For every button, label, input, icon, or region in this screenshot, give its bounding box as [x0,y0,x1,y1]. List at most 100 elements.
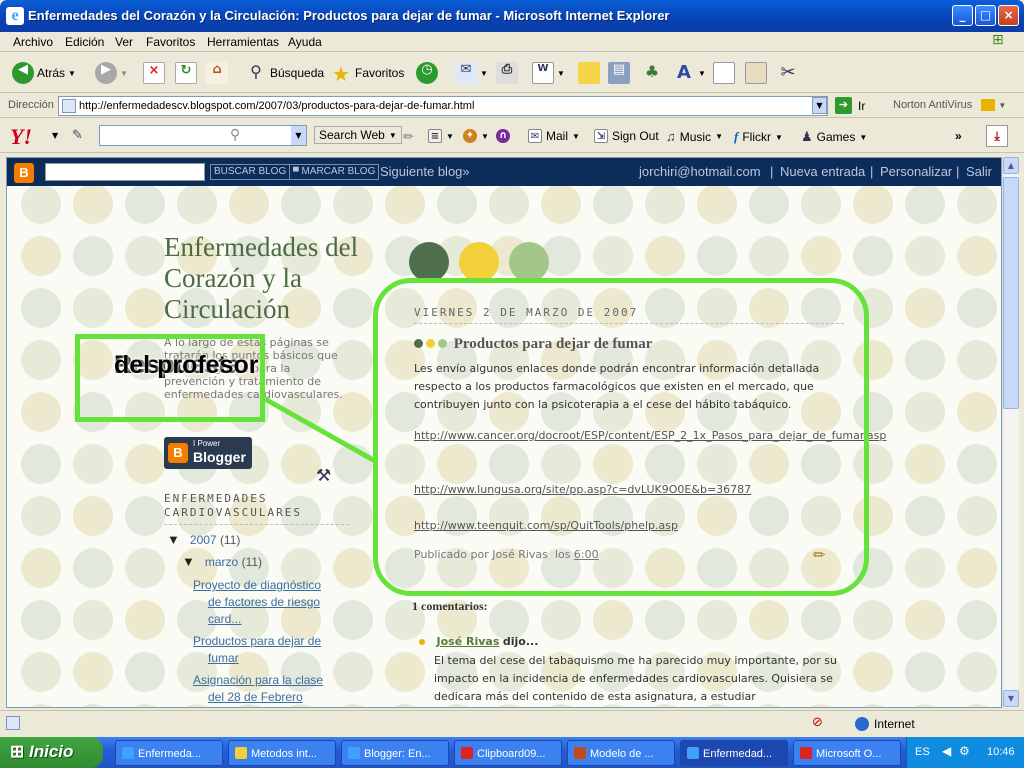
new-post-link[interactable]: Nueva entrada [780,164,865,179]
print-button[interactable]: ⎙ [496,61,518,85]
title-bar[interactable]: e Enfermedades del Corazón y la Circulac… [0,0,1024,32]
home-button[interactable]: ⌂ [206,61,228,85]
yahoo-menu-chevron-icon[interactable]: ▼ [52,131,58,140]
archive-post-link[interactable]: Proyecto de diagnóstico de factores de r… [193,577,343,628]
taskbar-item[interactable]: Microsoft O... [793,740,901,766]
tray-network-icon[interactable]: ⚙ [959,744,970,758]
background-dot [957,340,997,380]
norton-label: Norton AntiVirus [893,99,973,111]
blog-title[interactable]: Enfermedades del Corazón y la Circulació… [164,232,364,325]
stop-button[interactable]: × [143,61,165,85]
expand-triangle-icon[interactable]: ▼ [182,554,195,569]
archive-month[interactable]: ▼ marzo (11) [182,554,262,569]
headset-button[interactable]: ∩ [496,129,510,143]
next-blog-link[interactable]: Siguiente blog» [380,164,470,179]
background-dot [21,236,61,276]
taskbar-item[interactable]: Blogger: En... [341,740,449,766]
address-dropdown-button[interactable]: ▼ [812,97,827,114]
ie-logo-icon: e [6,7,24,25]
copy-button[interactable] [713,61,735,85]
wrench-screwdriver-icon[interactable]: ⚒ [316,466,338,488]
flag-blog-button[interactable]: ▀ MARCAR BLOG [289,164,380,180]
menu-favoritos[interactable]: Favoritos [146,35,195,49]
archive-year-link[interactable]: 2007 [190,533,217,547]
archive-post-link[interactable]: Productos para dejar de fumar [193,633,343,667]
address-input[interactable]: http://enfermedadescv.blogspot.com/2007/… [58,96,828,116]
music-button[interactable]: ♫ Music ▼ [666,129,723,144]
tray-chevron-icon[interactable]: ◀ [942,744,951,758]
clipboard-icon [461,747,473,759]
taskbar: ⊞ Inicio Enfermeda... Metodos int... Blo… [0,737,1024,768]
clock[interactable]: 10:46 [987,746,1015,758]
games-button[interactable]: ♟ Games ▼ [801,129,867,145]
paste-button[interactable] [745,61,767,85]
bookmarks-button[interactable]: ≡ ▼ [428,129,454,143]
language-indicator[interactable]: ES [915,746,930,758]
background-dot [541,186,581,224]
menu-edicion[interactable]: Edición [65,35,104,49]
archive-year[interactable]: ▼ 2007 (11) [167,532,240,547]
yahoo-logo[interactable]: Y! [10,124,32,150]
blog-search-input[interactable] [45,163,205,181]
more-chevron-icon[interactable]: » [955,129,962,143]
maximize-button[interactable]: □ [975,5,996,26]
search-button[interactable]: ⚲ Búsqueda [245,61,324,85]
expand-triangle-icon[interactable]: ▼ [167,532,180,547]
taskbar-item[interactable]: Enfermeda... [115,740,223,766]
minimize-button[interactable]: _ [952,5,973,26]
popup-blocker-icon[interactable]: ⊘ [812,715,823,730]
highlight-pen-icon[interactable]: ✎ [72,128,83,143]
mail-button[interactable]: ✉ ▼ [455,61,488,85]
background-dot [125,652,165,692]
taskbar-item[interactable]: Clipboard09... [454,740,562,766]
taskbar-item[interactable]: Metodos int... [228,740,336,766]
discuss-button[interactable] [578,61,600,85]
pencil-button[interactable]: ✏ [403,129,414,145]
powered-by-blogger-badge[interactable]: B I Power Blogger [164,437,252,469]
forward-button[interactable]: ▶ ▼ [95,61,128,85]
compass-button[interactable]: ✦ ▼ [463,129,489,143]
taskbar-item-active[interactable]: Enfermedad... [680,740,788,766]
messenger-button[interactable]: ♣ [641,61,663,85]
scroll-up-button[interactable]: ▲ [1003,157,1019,174]
back-button[interactable]: ◀ Atrás ▼ [12,61,76,85]
close-button[interactable]: × [998,5,1019,26]
yahoo-mail-button[interactable]: ✉ Mail ▼ [528,129,580,143]
history-button[interactable]: ◷ [416,61,438,85]
yahoo-search-dropdown[interactable]: ▼ [291,126,306,145]
refresh-button[interactable]: ↻ [175,61,197,85]
user-email-link[interactable]: jorchiri@hotmail.com [639,164,761,179]
search-blog-button[interactable]: BUSCAR BLOG [210,164,291,180]
menu-ver[interactable]: Ver [115,35,133,49]
start-label: Inicio [28,742,74,761]
customize-link[interactable]: Personalizar [880,164,952,179]
translate-button[interactable]: A ▼ [673,61,706,85]
menu-ayuda[interactable]: Ayuda [288,35,322,49]
background-dot [801,186,841,224]
research-button[interactable]: ▤ [608,61,630,85]
logout-link[interactable]: Salir [966,164,992,179]
vertical-scrollbar[interactable]: ▲ ▼ [1002,157,1019,708]
pdf-button[interactable]: ⤓ [986,125,1008,147]
sign-out-button[interactable]: ⇲ Sign Out [594,129,659,143]
edit-button[interactable]: W ▼ [532,61,565,85]
background-dot [645,186,685,224]
cut-button[interactable]: ✂ [777,61,799,85]
go-button[interactable]: ➔ Ir [835,97,865,114]
favorites-button[interactable]: ★ Favoritos [330,61,404,86]
search-web-button[interactable]: Search Web ▼ [314,126,402,144]
flickr-button[interactable]: f Flickr ▼ [734,129,783,145]
norton-antivirus[interactable]: Norton AntiVirus ▼ [893,99,1006,112]
scroll-thumb[interactable] [1003,177,1019,409]
archive-month-link[interactable]: marzo [205,555,238,569]
taskbar-item[interactable]: Modelo de ... [567,740,675,766]
blogger-logo-icon[interactable]: B [14,163,34,183]
yahoo-search-input[interactable]: ⚲ ▼ [99,125,307,146]
comment-author-link[interactable]: José Rivas [437,635,500,648]
start-button[interactable]: ⊞ Inicio [0,737,103,768]
scroll-down-button[interactable]: ▼ [1003,690,1019,707]
yahoo-mail-label: Mail [546,129,569,143]
menu-archivo[interactable]: Archivo [13,35,53,49]
archive-post-link[interactable]: Asignación para la clase del 28 de Febre… [193,672,343,706]
menu-herramientas[interactable]: Herramientas [207,35,279,49]
